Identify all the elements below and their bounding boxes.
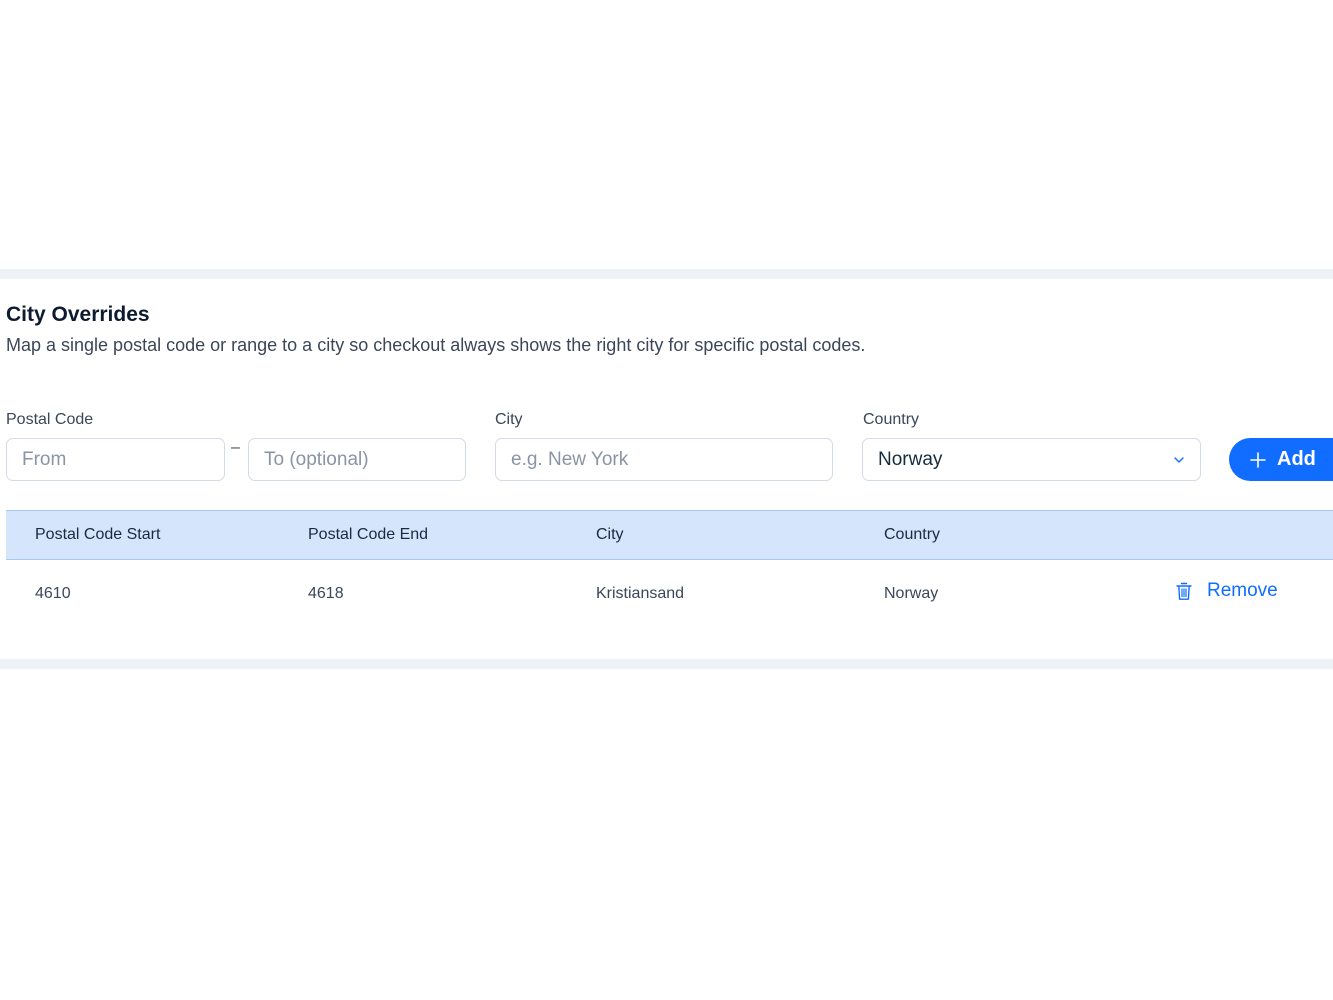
- range-separator: –: [231, 439, 240, 456]
- add-button-label: Add: [1277, 448, 1316, 470]
- add-button[interactable]: Add: [1229, 438, 1333, 481]
- country-select[interactable]: Norway: [862, 438, 1201, 481]
- cell-postal-code-end: 4618: [308, 585, 344, 602]
- section-divider-top: [0, 269, 1333, 279]
- column-header-postal-code-start: Postal Code Start: [35, 526, 161, 543]
- country-label: Country: [863, 411, 920, 428]
- postal-code-from-input[interactable]: [6, 438, 225, 481]
- cell-country: Norway: [884, 585, 939, 602]
- postal-code-label: Postal Code: [6, 411, 94, 428]
- chevron-down-icon: [1173, 454, 1185, 466]
- overrides-table: Postal Code Start Postal Code End City C…: [6, 510, 1333, 630]
- remove-button-label: Remove: [1207, 580, 1278, 601]
- section-description: Map a single postal code or range to a c…: [6, 335, 866, 355]
- section-divider-bottom: [0, 659, 1333, 669]
- column-header-country: Country: [884, 526, 941, 543]
- table-row: 4610 4618 Kristiansand Norway Remove: [6, 560, 1333, 630]
- table-header: Postal Code Start Postal Code End City C…: [6, 510, 1333, 560]
- cell-city: Kristiansand: [596, 585, 685, 602]
- postal-code-to-input[interactable]: [248, 438, 466, 481]
- column-header-city: City: [596, 526, 624, 543]
- city-label: City: [495, 411, 523, 428]
- column-header-postal-code-end: Postal Code End: [308, 526, 429, 543]
- page: City Overrides Map a single postal code …: [0, 0, 1333, 1000]
- trash-icon: [1174, 580, 1194, 602]
- country-select-value: Norway: [878, 448, 943, 470]
- section-title: City Overrides: [6, 303, 150, 326]
- cell-postal-code-start: 4610: [35, 585, 71, 602]
- remove-button[interactable]: Remove: [1174, 580, 1278, 602]
- plus-icon: [1249, 451, 1267, 469]
- city-input[interactable]: [495, 438, 833, 481]
